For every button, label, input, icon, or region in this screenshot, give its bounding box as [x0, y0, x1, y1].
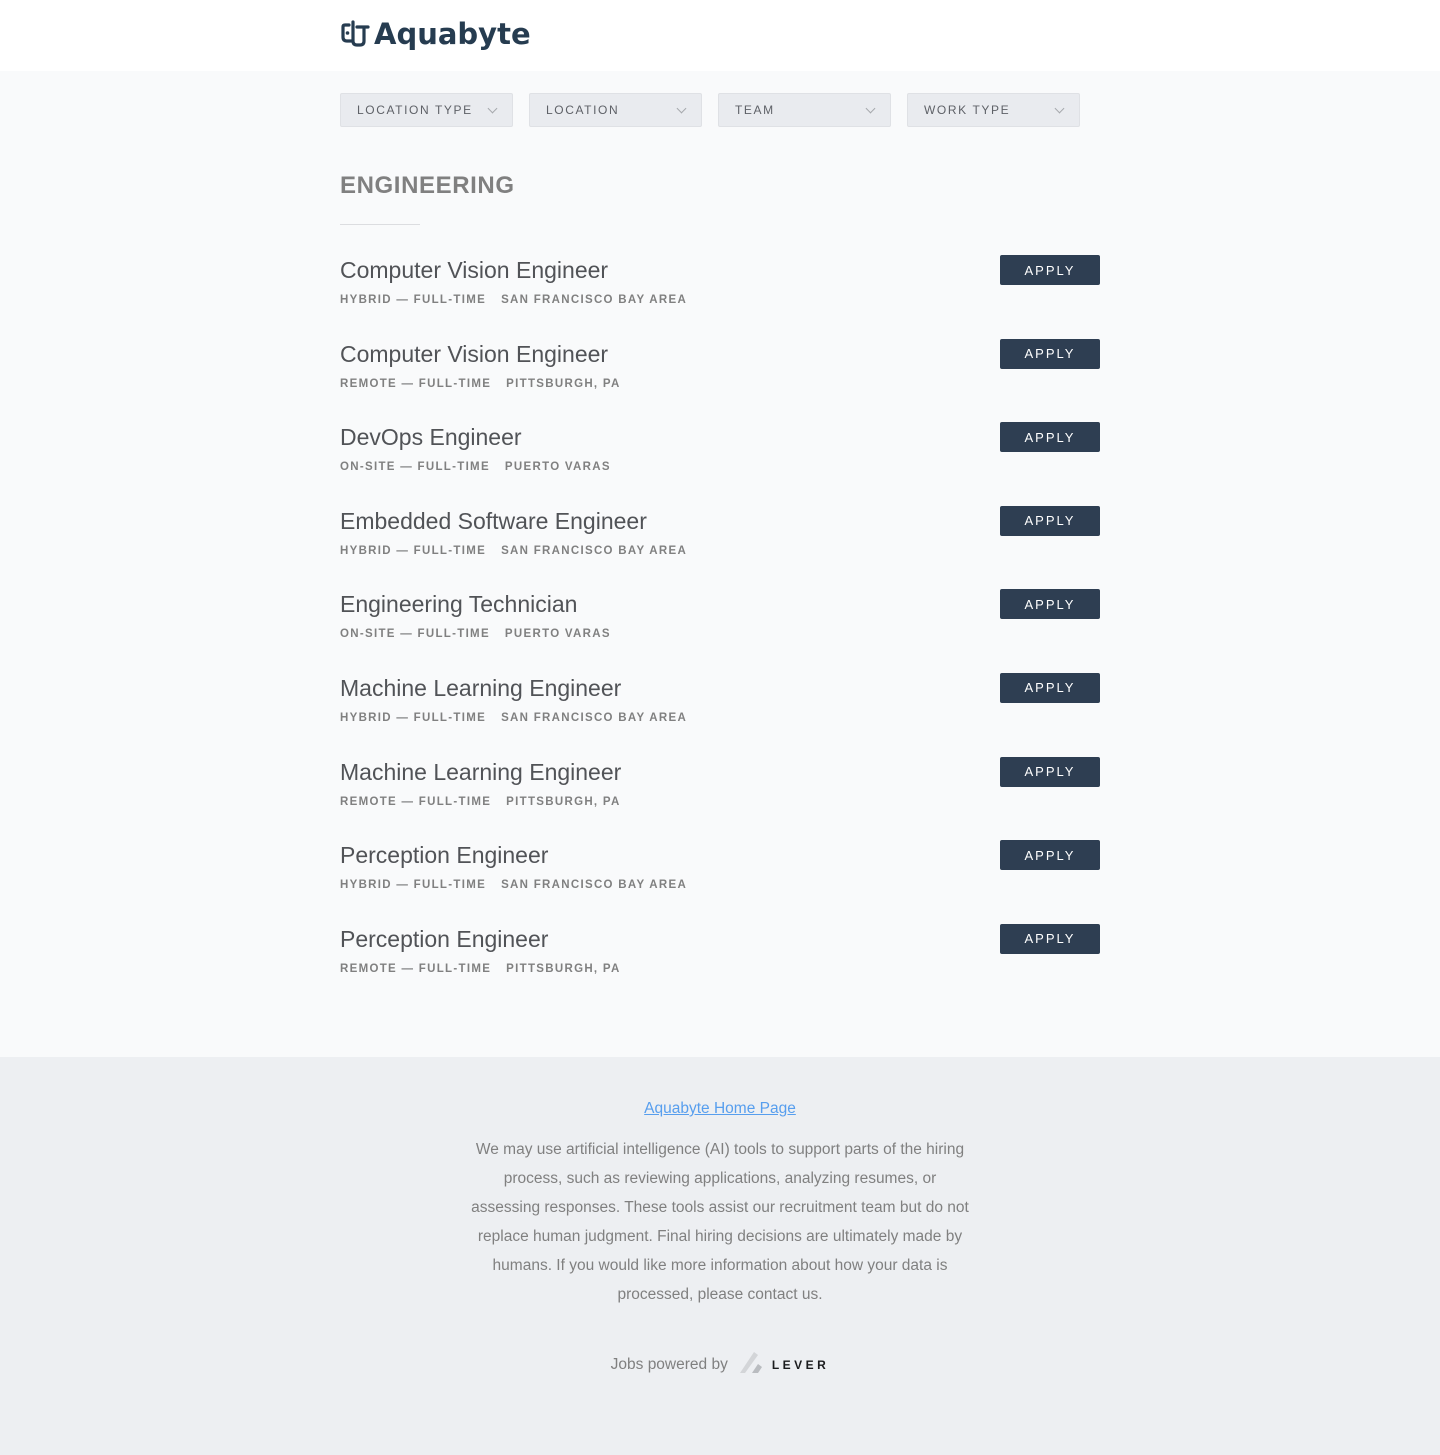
apply-button[interactable]: APPLY — [1000, 505, 1100, 536]
posting-title-link[interactable]: Engineering Technician — [340, 589, 577, 619]
posting-meta: HYBRID — FULL-TIME SAN FRANCISCO BAY ARE… — [340, 545, 1100, 557]
chevron-down-icon — [1054, 103, 1065, 113]
top-bar: Aquabyte — [0, 0, 1440, 71]
posting-title-link[interactable]: Perception Engineer — [340, 840, 548, 870]
posting-item: Computer Vision Engineer REMOTE — FULL-T… — [340, 338, 1100, 423]
ai-disclaimer: We may use artificial intelligence (AI) … — [471, 1141, 969, 1303]
main-content: LOCATION TYPE LOCATION TEAM WORK TYPE EN… — [0, 71, 1440, 1057]
posting-location: PITTSBURGH, PA — [506, 795, 621, 808]
posting-location: SAN FRANCISCO BAY AREA — [501, 711, 688, 724]
home-page-link-wrapper: Aquabyte Home Page — [0, 1100, 1440, 1118]
posting-commitment: HYBRID — FULL-TIME — [340, 879, 487, 892]
powered-by-text: Jobs powered by — [610, 1355, 728, 1373]
section-title: ENGINEERING — [340, 172, 515, 199]
posting-commitment: REMOTE — FULL-TIME — [340, 962, 492, 975]
posting-meta: HYBRID — FULL-TIME SAN FRANCISCO BAY ARE… — [340, 712, 1100, 724]
posting-commitment: HYBRID — FULL-TIME — [340, 544, 487, 557]
posting-meta: REMOTE — FULL-TIME PITTSBURGH, PA — [340, 963, 1100, 975]
apply-button[interactable]: APPLY — [1000, 840, 1100, 871]
posting-location: SAN FRANCISCO BAY AREA — [501, 879, 688, 892]
posting-location: PITTSBURGH, PA — [506, 962, 621, 975]
chevron-down-icon — [865, 103, 876, 113]
apply-button[interactable]: APPLY — [1000, 255, 1100, 285]
posting-meta: ON-SITE — FULL-TIME PUERTO VARAS — [340, 628, 1100, 640]
posting-location: PUERTO VARAS — [504, 461, 611, 474]
filter-location-type[interactable]: LOCATION TYPE — [340, 93, 513, 127]
posting-title-link[interactable]: Embedded Software Engineer — [340, 506, 647, 536]
filter-work-type[interactable]: WORK TYPE — [907, 93, 1080, 127]
apply-button[interactable]: APPLY — [1000, 422, 1100, 453]
posting-item: Computer Vision Engineer HYBRID — FULL-T… — [340, 255, 1100, 339]
filter-location[interactable]: LOCATION — [529, 93, 702, 127]
posting-title-link[interactable]: Machine Learning Engineer — [340, 673, 621, 703]
posting-commitment: HYBRID — FULL-TIME — [340, 294, 487, 306]
posting-meta: HYBRID — FULL-TIME SAN FRANCISCO BAY ARE… — [340, 879, 1100, 891]
posting-commitment: ON-SITE — FULL-TIME — [340, 461, 490, 474]
home-page-link[interactable]: Aquabyte Home Page — [644, 1100, 796, 1117]
filter-label: TEAM — [735, 103, 775, 117]
apply-button[interactable]: APPLY — [1000, 756, 1100, 787]
posting-title-link[interactable]: Computer Vision Engineer — [340, 339, 608, 369]
footer: Aquabyte Home Page We may use artificial… — [0, 1057, 1440, 1455]
posting-meta: REMOTE — FULL-TIME PITTSBURGH, PA — [340, 378, 1100, 390]
logo-text: Aquabyte — [374, 17, 531, 51]
posting-item: Engineering Technician ON-SITE — FULL-TI… — [340, 589, 1100, 673]
filter-label: WORK TYPE — [924, 103, 1011, 117]
posting-item: Machine Learning Engineer HYBRID — FULL-… — [340, 672, 1100, 757]
posting-location: PITTSBURGH, PA — [506, 377, 621, 390]
posting-title-link[interactable]: Computer Vision Engineer — [340, 255, 608, 285]
aquabyte-logo-icon — [340, 19, 370, 49]
posting-title-link[interactable]: Machine Learning Engineer — [340, 757, 621, 787]
chevron-down-icon — [676, 103, 687, 113]
powered-by: Jobs powered by LEVER — [0, 1349, 1440, 1380]
apply-button[interactable]: APPLY — [1000, 589, 1100, 620]
posting-location: SAN FRANCISCO BAY AREA — [501, 294, 688, 306]
apply-button[interactable]: APPLY — [1000, 672, 1100, 703]
lever-wordmark: LEVER — [771, 1357, 830, 1372]
filter-bar: LOCATION TYPE LOCATION TEAM WORK TYPE — [340, 93, 1080, 127]
lever-logo-link[interactable]: LEVER — [738, 1349, 830, 1380]
posting-meta: HYBRID — FULL-TIME SAN FRANCISCO BAY ARE… — [340, 294, 1100, 306]
posting-title-link[interactable]: Perception Engineer — [340, 924, 548, 954]
posting-commitment: HYBRID — FULL-TIME — [340, 711, 487, 724]
posting-meta: ON-SITE — FULL-TIME PUERTO VARAS — [340, 461, 1100, 473]
posting-location: PUERTO VARAS — [504, 628, 611, 641]
posting-item: Embedded Software Engineer HYBRID — FULL… — [340, 505, 1100, 590]
posting-title-link[interactable]: DevOps Engineer — [340, 422, 522, 452]
lever-logo-icon — [738, 1349, 766, 1380]
posting-item: Machine Learning Engineer REMOTE — FULL-… — [340, 756, 1100, 841]
postings-list: Computer Vision Engineer HYBRID — FULL-T… — [340, 255, 1100, 1007]
posting-commitment: REMOTE — FULL-TIME — [340, 377, 492, 390]
apply-button[interactable]: APPLY — [1000, 338, 1100, 369]
posting-commitment: ON-SITE — FULL-TIME — [340, 628, 490, 641]
posting-meta: REMOTE — FULL-TIME PITTSBURGH, PA — [340, 796, 1100, 808]
filter-label: LOCATION TYPE — [357, 103, 473, 117]
filter-team[interactable]: TEAM — [718, 93, 891, 127]
logo-link[interactable]: Aquabyte — [340, 17, 531, 51]
posting-item: Perception Engineer REMOTE — FULL-TIME P… — [340, 923, 1100, 1008]
posting-commitment: REMOTE — FULL-TIME — [340, 795, 492, 808]
posting-item: Perception Engineer HYBRID — FULL-TIME S… — [340, 840, 1100, 924]
chevron-down-icon — [487, 103, 498, 113]
posting-item: DevOps Engineer ON-SITE — FULL-TIME PUER… — [340, 422, 1100, 506]
posting-location: SAN FRANCISCO BAY AREA — [501, 544, 688, 557]
section-divider — [340, 224, 420, 225]
apply-button[interactable]: APPLY — [1000, 923, 1100, 954]
filter-label: LOCATION — [546, 103, 620, 117]
